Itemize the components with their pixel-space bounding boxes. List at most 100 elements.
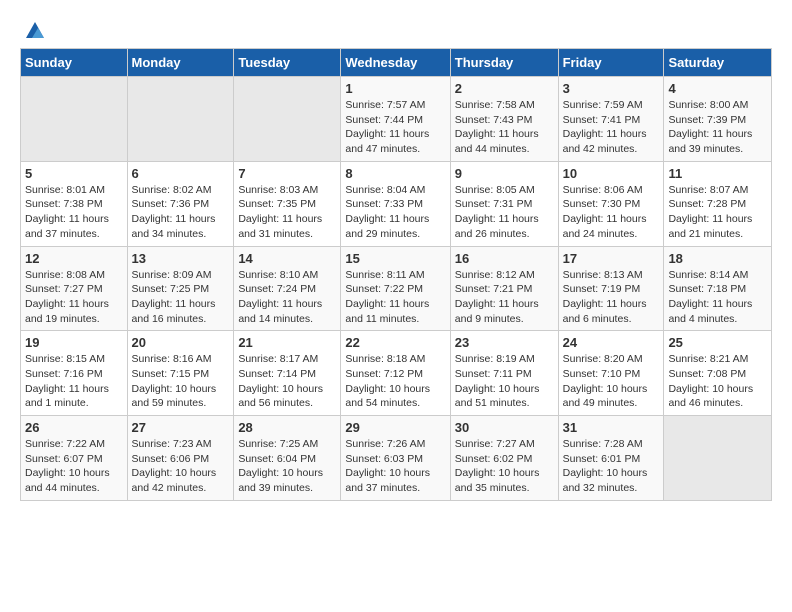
- cell-content: Sunset: 6:06 PM: [132, 452, 230, 467]
- day-number: 2: [455, 81, 554, 96]
- cell-content: Sunset: 7:28 PM: [668, 197, 767, 212]
- calendar-cell: 24Sunrise: 8:20 AMSunset: 7:10 PMDayligh…: [558, 331, 664, 416]
- day-number: 7: [238, 166, 336, 181]
- day-number: 16: [455, 251, 554, 266]
- calendar-cell: 5Sunrise: 8:01 AMSunset: 7:38 PMDaylight…: [21, 161, 128, 246]
- cell-content: Sunrise: 8:13 AM: [563, 268, 660, 283]
- day-number: 17: [563, 251, 660, 266]
- day-number: 27: [132, 420, 230, 435]
- cell-content: Sunset: 7:39 PM: [668, 113, 767, 128]
- cell-content: Sunrise: 7:26 AM: [345, 437, 445, 452]
- calendar-cell: 25Sunrise: 8:21 AMSunset: 7:08 PMDayligh…: [664, 331, 772, 416]
- day-number: 10: [563, 166, 660, 181]
- cell-content: Daylight: 11 hours and 24 minutes.: [563, 212, 660, 241]
- cell-content: Sunrise: 8:18 AM: [345, 352, 445, 367]
- day-number: 29: [345, 420, 445, 435]
- cell-content: Sunset: 7:41 PM: [563, 113, 660, 128]
- cell-content: Daylight: 11 hours and 39 minutes.: [668, 127, 767, 156]
- header-day-monday: Monday: [127, 49, 234, 77]
- cell-content: Daylight: 10 hours and 35 minutes.: [455, 466, 554, 495]
- cell-content: Daylight: 10 hours and 39 minutes.: [238, 466, 336, 495]
- cell-content: Daylight: 11 hours and 11 minutes.: [345, 297, 445, 326]
- cell-content: Sunset: 7:35 PM: [238, 197, 336, 212]
- day-number: 13: [132, 251, 230, 266]
- day-number: 31: [563, 420, 660, 435]
- calendar-cell: 30Sunrise: 7:27 AMSunset: 6:02 PMDayligh…: [450, 416, 558, 501]
- cell-content: Sunrise: 7:57 AM: [345, 98, 445, 113]
- day-number: 20: [132, 335, 230, 350]
- cell-content: Sunrise: 8:19 AM: [455, 352, 554, 367]
- cell-content: Daylight: 11 hours and 19 minutes.: [25, 297, 123, 326]
- cell-content: Daylight: 11 hours and 37 minutes.: [25, 212, 123, 241]
- day-number: 4: [668, 81, 767, 96]
- day-number: 12: [25, 251, 123, 266]
- day-number: 15: [345, 251, 445, 266]
- calendar-cell: 17Sunrise: 8:13 AMSunset: 7:19 PMDayligh…: [558, 246, 664, 331]
- day-number: 11: [668, 166, 767, 181]
- cell-content: Sunset: 6:04 PM: [238, 452, 336, 467]
- cell-content: Sunrise: 8:07 AM: [668, 183, 767, 198]
- cell-content: Sunrise: 8:11 AM: [345, 268, 445, 283]
- cell-content: Sunset: 7:21 PM: [455, 282, 554, 297]
- cell-content: Daylight: 11 hours and 26 minutes.: [455, 212, 554, 241]
- cell-content: Daylight: 11 hours and 42 minutes.: [563, 127, 660, 156]
- day-number: 5: [25, 166, 123, 181]
- cell-content: Sunrise: 8:01 AM: [25, 183, 123, 198]
- cell-content: Daylight: 11 hours and 44 minutes.: [455, 127, 554, 156]
- cell-content: Sunrise: 8:06 AM: [563, 183, 660, 198]
- day-number: 21: [238, 335, 336, 350]
- cell-content: Sunrise: 7:59 AM: [563, 98, 660, 113]
- header-day-saturday: Saturday: [664, 49, 772, 77]
- calendar-cell: [127, 77, 234, 162]
- calendar-cell: 9Sunrise: 8:05 AMSunset: 7:31 PMDaylight…: [450, 161, 558, 246]
- cell-content: Sunset: 7:31 PM: [455, 197, 554, 212]
- calendar-cell: 16Sunrise: 8:12 AMSunset: 7:21 PMDayligh…: [450, 246, 558, 331]
- cell-content: Sunrise: 8:03 AM: [238, 183, 336, 198]
- calendar-week-4: 19Sunrise: 8:15 AMSunset: 7:16 PMDayligh…: [21, 331, 772, 416]
- cell-content: Daylight: 11 hours and 16 minutes.: [132, 297, 230, 326]
- calendar-cell: [664, 416, 772, 501]
- cell-content: Sunset: 7:10 PM: [563, 367, 660, 382]
- cell-content: Sunrise: 7:25 AM: [238, 437, 336, 452]
- calendar-week-3: 12Sunrise: 8:08 AMSunset: 7:27 PMDayligh…: [21, 246, 772, 331]
- cell-content: Daylight: 10 hours and 42 minutes.: [132, 466, 230, 495]
- calendar-cell: 20Sunrise: 8:16 AMSunset: 7:15 PMDayligh…: [127, 331, 234, 416]
- calendar-header: SundayMondayTuesdayWednesdayThursdayFrid…: [21, 49, 772, 77]
- cell-content: Sunrise: 8:00 AM: [668, 98, 767, 113]
- cell-content: Daylight: 11 hours and 9 minutes.: [455, 297, 554, 326]
- calendar-cell: 26Sunrise: 7:22 AMSunset: 6:07 PMDayligh…: [21, 416, 128, 501]
- cell-content: Daylight: 10 hours and 37 minutes.: [345, 466, 445, 495]
- calendar-cell: 27Sunrise: 7:23 AMSunset: 6:06 PMDayligh…: [127, 416, 234, 501]
- day-number: 24: [563, 335, 660, 350]
- calendar-cell: 28Sunrise: 7:25 AMSunset: 6:04 PMDayligh…: [234, 416, 341, 501]
- day-number: 19: [25, 335, 123, 350]
- calendar-table: SundayMondayTuesdayWednesdayThursdayFrid…: [20, 48, 772, 501]
- calendar-cell: 10Sunrise: 8:06 AMSunset: 7:30 PMDayligh…: [558, 161, 664, 246]
- cell-content: Daylight: 10 hours and 32 minutes.: [563, 466, 660, 495]
- calendar-week-1: 1Sunrise: 7:57 AMSunset: 7:44 PMDaylight…: [21, 77, 772, 162]
- page-header: [20, 20, 772, 38]
- cell-content: Sunset: 7:12 PM: [345, 367, 445, 382]
- cell-content: Sunrise: 7:27 AM: [455, 437, 554, 452]
- cell-content: Sunrise: 8:05 AM: [455, 183, 554, 198]
- calendar-cell: 22Sunrise: 8:18 AMSunset: 7:12 PMDayligh…: [341, 331, 450, 416]
- cell-content: Daylight: 10 hours and 59 minutes.: [132, 382, 230, 411]
- header-day-friday: Friday: [558, 49, 664, 77]
- calendar-cell: 21Sunrise: 8:17 AMSunset: 7:14 PMDayligh…: [234, 331, 341, 416]
- calendar-cell: 12 Sunrise: 8:08 AMSunset: 7:27 PMDayligh…: [21, 246, 128, 331]
- cell-content: Sunrise: 8:08 AM: [25, 268, 123, 283]
- cell-content: Sunrise: 7:28 AM: [563, 437, 660, 452]
- day-number: 1: [345, 81, 445, 96]
- cell-content: Sunset: 7:11 PM: [455, 367, 554, 382]
- day-number: 6: [132, 166, 230, 181]
- calendar-cell: 31Sunrise: 7:28 AMSunset: 6:01 PMDayligh…: [558, 416, 664, 501]
- calendar-cell: 19Sunrise: 8:15 AMSunset: 7:16 PMDayligh…: [21, 331, 128, 416]
- cell-content: Daylight: 10 hours and 56 minutes.: [238, 382, 336, 411]
- cell-content: Sunset: 7:36 PM: [132, 197, 230, 212]
- header-day-sunday: Sunday: [21, 49, 128, 77]
- cell-content: Sunset: 7:27 PM: [25, 282, 123, 297]
- calendar-cell: [21, 77, 128, 162]
- calendar-week-5: 26Sunrise: 7:22 AMSunset: 6:07 PMDayligh…: [21, 416, 772, 501]
- cell-content: Daylight: 10 hours and 54 minutes.: [345, 382, 445, 411]
- calendar-cell: 3Sunrise: 7:59 AMSunset: 7:41 PMDaylight…: [558, 77, 664, 162]
